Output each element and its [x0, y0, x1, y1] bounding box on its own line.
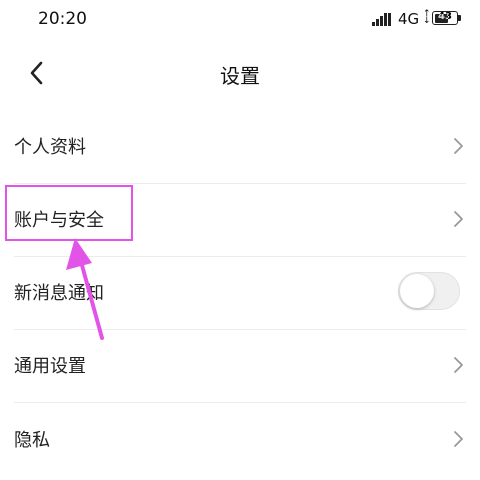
data-activity-icon: ↑ ↓ [423, 9, 431, 26]
settings-item-general[interactable]: 通用设置 [0, 329, 480, 402]
chevron-right-icon [454, 431, 463, 447]
header: 设置 [0, 38, 480, 110]
settings-item-label: 个人资料 [14, 137, 86, 158]
battery-level: 43 [438, 11, 452, 22]
notification-toggle[interactable] [398, 272, 460, 310]
highlight-box [5, 185, 133, 241]
settings-item-notifications: 新消息通知 [0, 256, 480, 329]
settings-item-label: 隐私 [14, 430, 50, 451]
settings-item-label: 通用设置 [14, 356, 86, 377]
chevron-right-icon [454, 211, 463, 227]
settings-item-privacy[interactable]: 隐私 [0, 403, 480, 476]
chevron-right-icon [454, 138, 463, 154]
toggle-knob [400, 274, 434, 308]
status-bar: 20:20 4G ↑ ↓ 43 [0, 0, 480, 38]
page-title: 设置 [220, 64, 260, 88]
settings-item-label: 新消息通知 [14, 283, 104, 304]
settings-item-profile[interactable]: 个人资料 [0, 110, 480, 183]
battery-cap [458, 15, 461, 21]
signal-icon [372, 12, 392, 26]
chevron-right-icon [454, 357, 463, 373]
status-time: 20:20 [38, 9, 87, 29]
battery-icon: 43 [432, 11, 458, 25]
network-type: 4G [398, 10, 420, 28]
